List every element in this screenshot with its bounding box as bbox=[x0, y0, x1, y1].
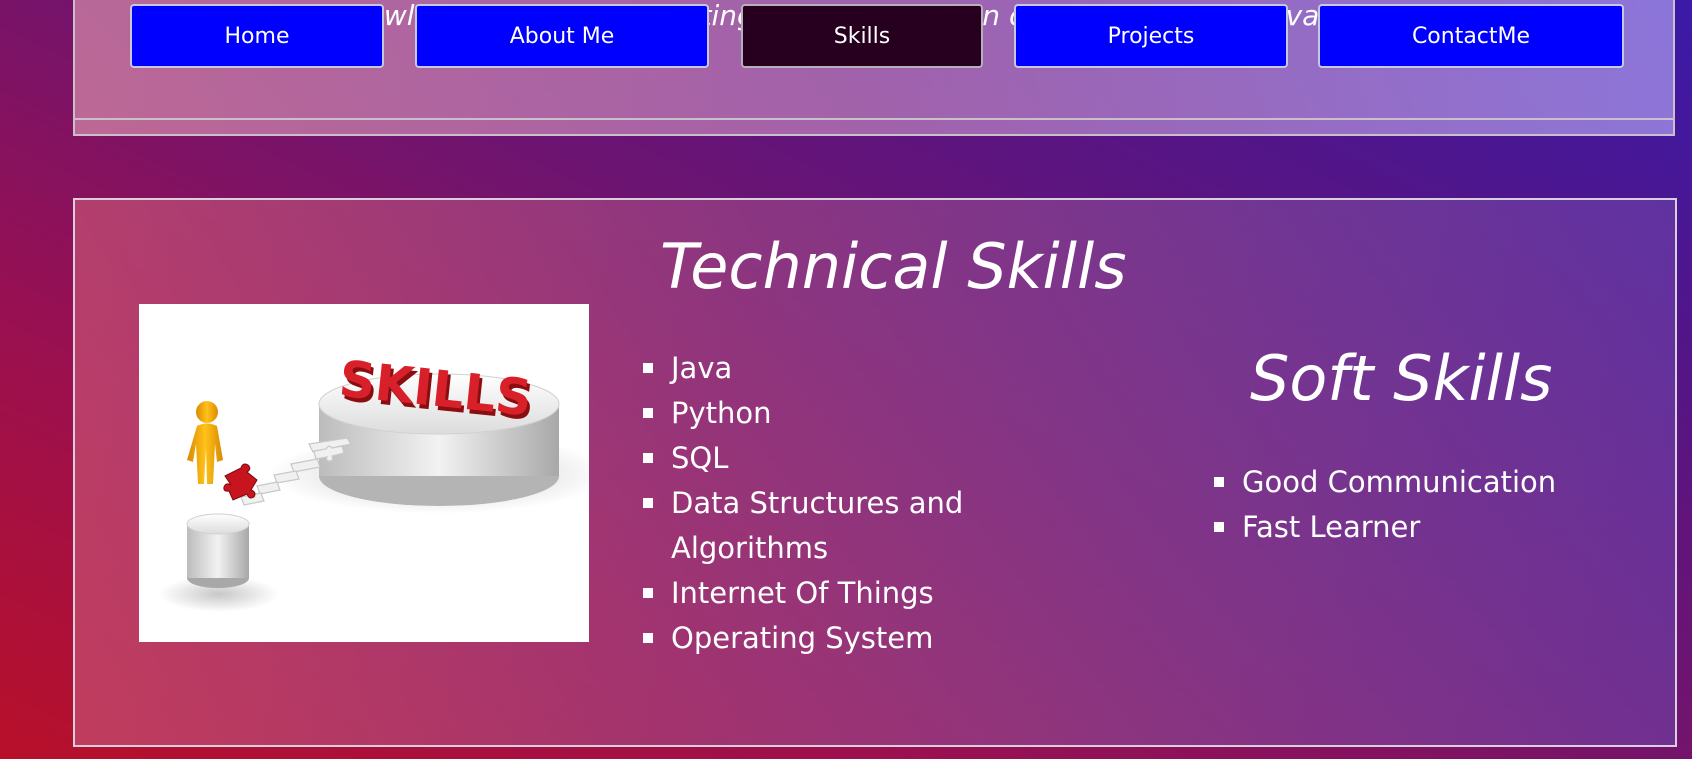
soft-skills-heading: Soft Skills bbox=[1250, 342, 1553, 415]
bullet-icon bbox=[643, 633, 653, 643]
nav-about-me-button[interactable]: About Me bbox=[415, 4, 709, 68]
list-item-label: Internet Of Things bbox=[671, 576, 934, 610]
list-item-label: Java bbox=[671, 351, 733, 385]
list-item: Internet Of Things bbox=[643, 571, 983, 616]
bullet-icon bbox=[1214, 477, 1224, 487]
list-item-label: Good Communication bbox=[1242, 465, 1557, 499]
list-item: Data Structures and Algorithms bbox=[643, 481, 983, 571]
bullet-icon bbox=[1214, 522, 1224, 532]
list-item: Operating System bbox=[643, 616, 983, 661]
list-item: Java bbox=[643, 346, 983, 391]
list-item-label: Python bbox=[671, 396, 772, 430]
header-panel: theoretical knowledge in practical setti… bbox=[73, 0, 1675, 136]
skills-illustration-svg: SKILLS SKILLS bbox=[159, 350, 589, 612]
technical-skills-list: Java Python SQL Data Structures and Algo… bbox=[643, 346, 983, 661]
bullet-icon bbox=[643, 363, 653, 373]
list-item-label: Fast Learner bbox=[1242, 510, 1421, 544]
header-inner: theoretical knowledge in practical setti… bbox=[75, 0, 1673, 120]
list-item-label: Data Structures and Algorithms bbox=[671, 486, 964, 565]
nav-skills-button[interactable]: Skills bbox=[741, 4, 983, 68]
list-item: Python bbox=[643, 391, 983, 436]
bullet-icon bbox=[643, 498, 653, 508]
bullet-icon bbox=[643, 588, 653, 598]
list-item-label: Operating System bbox=[671, 621, 934, 655]
list-item-label: SQL bbox=[671, 441, 729, 475]
bullet-icon bbox=[643, 408, 653, 418]
soft-skills-list: Good Communication Fast Learner bbox=[1214, 460, 1634, 550]
bullet-icon bbox=[643, 453, 653, 463]
nav-projects-button[interactable]: Projects bbox=[1014, 4, 1288, 68]
list-item: SQL bbox=[643, 436, 983, 481]
list-item: Good Communication bbox=[1214, 460, 1634, 505]
nav-contactme-button[interactable]: ContactMe bbox=[1318, 4, 1624, 68]
technical-skills-heading: Technical Skills bbox=[660, 230, 1127, 303]
nav-home-button[interactable]: Home bbox=[130, 4, 384, 68]
list-item: Fast Learner bbox=[1214, 505, 1634, 550]
skills-section: Technical Skills SKILLS SKILLS Java Pyth… bbox=[73, 198, 1677, 747]
skills-illustration: SKILLS SKILLS bbox=[139, 304, 589, 642]
